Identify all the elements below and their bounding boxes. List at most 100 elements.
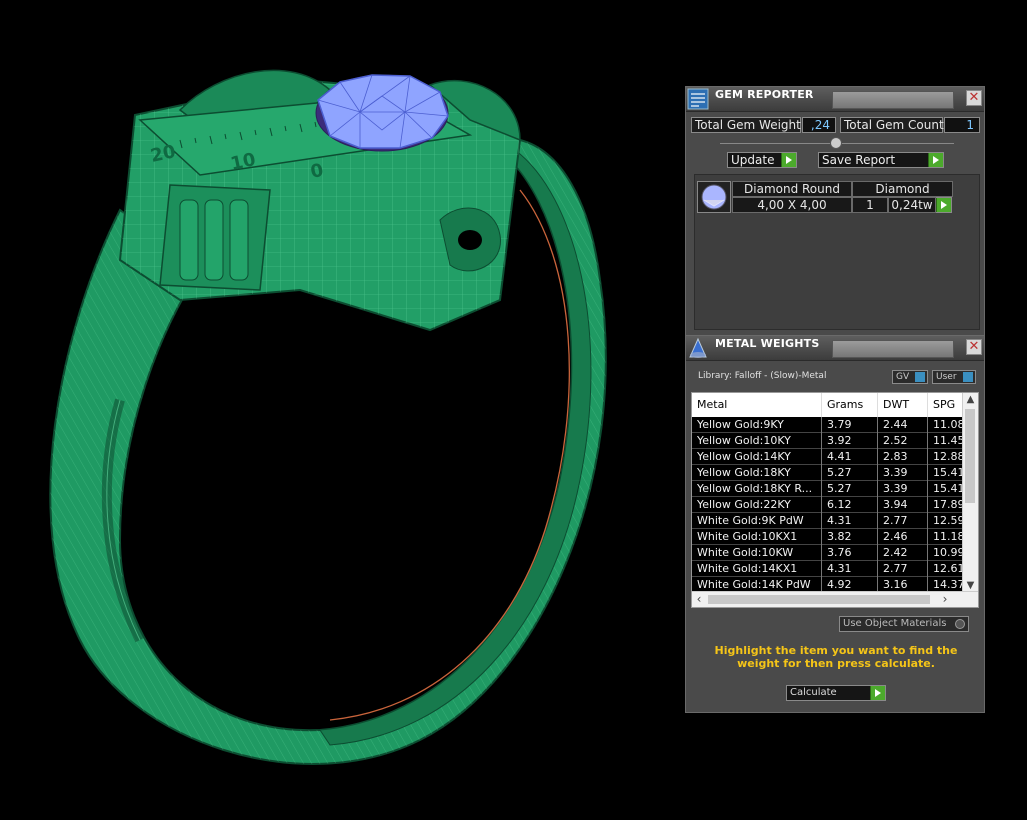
scroll-up-icon[interactable]: ▲ <box>963 393 978 407</box>
update-button[interactable]: Update <box>727 152 797 168</box>
save-report-button[interactable]: Save Report <box>818 152 944 168</box>
scroll-right-icon[interactable]: › <box>938 592 952 607</box>
spg-cell: 11.45 <box>928 433 964 449</box>
total-gem-weight-value: ,24 <box>802 117 836 133</box>
metal-weights-panel: METAL WEIGHTS ✕ Library: Falloff - (Slow… <box>685 335 985 713</box>
ring-model[interactable]: 20 10 0 <box>49 69 607 765</box>
dwt-cell: 3.39 <box>878 481 928 497</box>
metal-cell: Yellow Gold:9KY <box>692 417 822 433</box>
user-toggle-label: User <box>936 372 957 382</box>
gem-row-go-button[interactable] <box>936 197 952 213</box>
title-grip[interactable] <box>832 91 954 109</box>
spg-cell: 12.61 <box>928 561 964 577</box>
metal-cell: White Gold:10KX1 <box>692 529 822 545</box>
table-row[interactable]: White Gold:10KW 3.76 2.42 10.99 <box>692 545 964 561</box>
metal-cell: Yellow Gold:22KY <box>692 497 822 513</box>
metal-cell: White Gold:9K PdW <box>692 513 822 529</box>
close-icon[interactable]: ✕ <box>966 339 982 355</box>
metal-weights-table[interactable]: Metal Grams DWT SPG Yellow Gold:9KY 3.79… <box>691 392 979 608</box>
spg-cell: 11.18 <box>928 529 964 545</box>
total-gem-weight-label: Total Gem Weight <box>691 117 801 133</box>
grams-cell: 3.79 <box>822 417 878 433</box>
scroll-thumb[interactable] <box>708 595 930 604</box>
grams-cell: 3.92 <box>822 433 878 449</box>
metal-weights-titlebar[interactable]: METAL WEIGHTS ✕ <box>686 336 984 361</box>
calculate-button[interactable]: Calculate <box>786 685 886 701</box>
gem-weight-cell[interactable]: 0,24tw <box>888 197 936 213</box>
gem-reporter-app-icon <box>687 88 709 110</box>
grams-cell: 4.41 <box>822 449 878 465</box>
close-icon[interactable]: ✕ <box>966 90 982 106</box>
gem-name-cell[interactable]: Diamond Round <box>732 181 852 197</box>
grams-cell: 5.27 <box>822 481 878 497</box>
total-gem-count-value: 1 <box>944 117 980 133</box>
metal-weights-app-icon <box>687 337 709 359</box>
dwt-cell: 2.44 <box>878 417 928 433</box>
save-report-button-label: Save Report <box>822 153 896 167</box>
gv-toggle-label: GV <box>896 372 910 382</box>
spg-cell: 10.99 <box>928 545 964 561</box>
scroll-thumb[interactable] <box>965 409 975 503</box>
table-header: Metal Grams DWT SPG <box>692 393 964 418</box>
column-header-metal[interactable]: Metal <box>692 393 822 417</box>
use-object-materials-option[interactable]: Use Object Materials <box>839 616 969 632</box>
table-row[interactable]: Yellow Gold:9KY 3.79 2.44 11.08 <box>692 417 964 433</box>
table-row[interactable]: White Gold:10KX1 3.82 2.46 11.18 <box>692 529 964 545</box>
dwt-cell: 2.77 <box>878 513 928 529</box>
spg-cell: 15.41 <box>928 465 964 481</box>
table-row[interactable]: Yellow Gold:22KY 6.12 3.94 17.89 <box>692 497 964 513</box>
calculate-button-label: Calculate <box>790 687 837 698</box>
gem-size-cell[interactable]: 4,00 X 4,00 <box>732 197 852 213</box>
table-row[interactable]: Yellow Gold:18KY R... 5.27 3.39 15.41 <box>692 481 964 497</box>
metal-cell: White Gold:10KW <box>692 545 822 561</box>
spg-cell: 12.88 <box>928 449 964 465</box>
total-gem-count-label: Total Gem Count <box>840 117 944 133</box>
gem-reporter-title: GEM REPORTER <box>715 88 814 101</box>
metal-weights-title: METAL WEIGHTS <box>715 337 820 350</box>
radio-icon <box>955 619 965 629</box>
metal-cell: Yellow Gold:10KY <box>692 433 822 449</box>
metal-cell: Yellow Gold:18KY <box>692 465 822 481</box>
column-header-dwt[interactable]: DWT <box>878 393 928 417</box>
user-toggle[interactable]: User <box>932 370 976 384</box>
3d-viewport[interactable]: 20 10 0 <box>0 0 680 820</box>
grams-cell: 3.76 <box>822 545 878 561</box>
table-row[interactable]: White Gold:14KX1 4.31 2.77 12.61 <box>692 561 964 577</box>
dwt-cell: 2.42 <box>878 545 928 561</box>
table-row[interactable]: Yellow Gold:10KY 3.92 2.52 11.45 <box>692 433 964 449</box>
gem-thumbnail-icon <box>697 181 731 213</box>
title-grip[interactable] <box>832 340 954 358</box>
dwt-cell: 2.52 <box>878 433 928 449</box>
dwt-cell: 3.94 <box>878 497 928 513</box>
spg-cell: 15.41 <box>928 481 964 497</box>
toggle-icon <box>915 372 925 382</box>
gem-list: Diamond Round Diamond 4,00 X 4,00 1 0,24… <box>694 174 980 330</box>
gv-toggle[interactable]: GV <box>892 370 928 384</box>
gem-count-cell[interactable]: 1 <box>852 197 888 213</box>
dwt-cell: 2.77 <box>878 561 928 577</box>
spg-cell: 11.08 <box>928 417 964 433</box>
column-header-spg[interactable]: SPG <box>928 393 964 417</box>
table-row[interactable]: Yellow Gold:18KY 5.27 3.39 15.41 <box>692 465 964 481</box>
gem-reporter-panel: GEM REPORTER ✕ Total Gem Weight ,24 Tota… <box>685 86 985 336</box>
vertical-scrollbar[interactable]: ▲ ▼ <box>962 393 978 593</box>
table-row[interactable]: Yellow Gold:14KY 4.41 2.83 12.88 <box>692 449 964 465</box>
column-header-grams[interactable]: Grams <box>822 393 878 417</box>
gem-slider-knob[interactable] <box>830 137 842 149</box>
gem-type-cell[interactable]: Diamond <box>852 181 953 197</box>
play-icon <box>936 198 951 212</box>
table-row[interactable]: White Gold:9K PdW 4.31 2.77 12.59 <box>692 513 964 529</box>
table-body: Yellow Gold:9KY 3.79 2.44 11.08 Yellow G… <box>692 417 964 593</box>
horizontal-scrollbar[interactable]: ‹ › <box>692 591 978 607</box>
scroll-left-icon[interactable]: ‹ <box>692 592 706 607</box>
grams-cell: 3.82 <box>822 529 878 545</box>
dwt-cell: 2.46 <box>878 529 928 545</box>
gem-reporter-titlebar[interactable]: GEM REPORTER ✕ <box>686 87 984 112</box>
toggle-icon <box>963 372 973 382</box>
grams-cell: 5.27 <box>822 465 878 481</box>
play-icon <box>870 686 885 700</box>
play-icon <box>928 153 943 167</box>
grams-cell: 4.31 <box>822 513 878 529</box>
gem-diamond[interactable] <box>315 74 449 152</box>
update-button-label: Update <box>731 153 775 167</box>
